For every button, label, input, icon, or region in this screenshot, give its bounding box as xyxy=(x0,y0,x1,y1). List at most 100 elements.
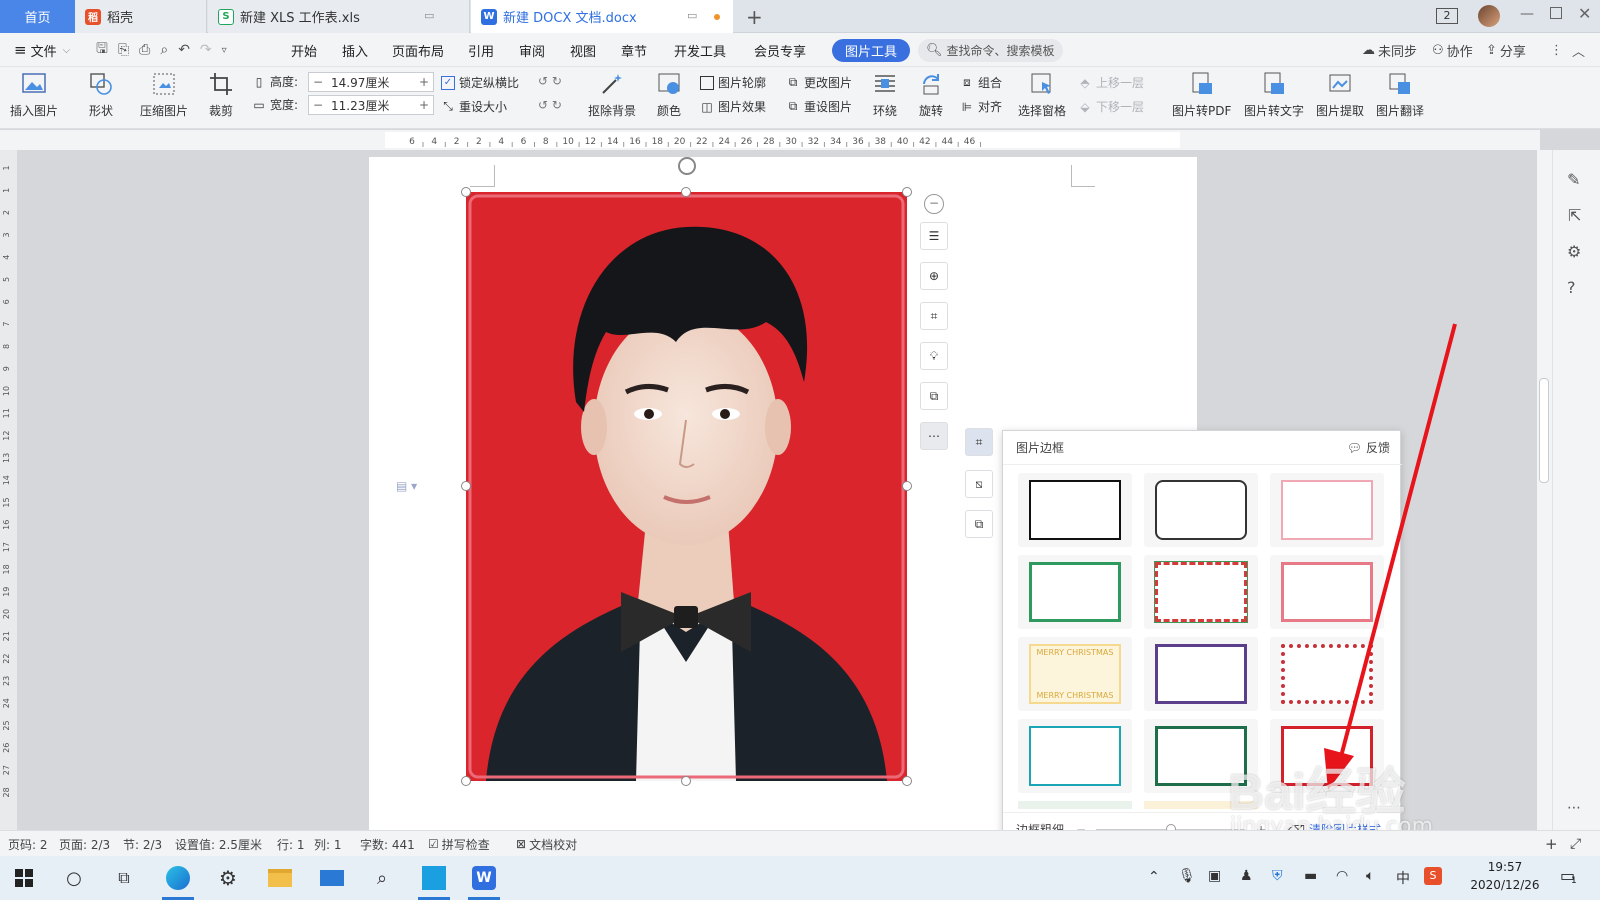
compress-button[interactable]: 压缩图片 xyxy=(140,71,188,119)
tab-xls[interactable]: S 新建 XLS 工作表.xls ▭ xyxy=(208,0,470,33)
insert-image-button[interactable]: 插入图片 xyxy=(10,71,58,119)
image-to-pdf-button[interactable]: 图片转PDF xyxy=(1172,71,1231,119)
more-dots-icon[interactable]: ⋯ xyxy=(1567,800,1581,816)
volume-icon[interactable]: 🔈︎ xyxy=(1366,868,1374,884)
color-button[interactable]: 颜色 xyxy=(656,71,682,119)
scroll-thumb[interactable] xyxy=(1539,378,1549,483)
menu-item-reference[interactable]: 引用 xyxy=(468,33,494,67)
new-tab-button[interactable]: + xyxy=(746,5,763,29)
menu-item-developer[interactable]: 开发工具 xyxy=(674,33,726,67)
image-extract-button[interactable]: 图片提取 xyxy=(1316,71,1364,119)
width-value[interactable]: 11.23厘米 xyxy=(327,97,415,114)
status-row[interactable]: 行: 1 xyxy=(277,831,305,857)
more-menu-icon[interactable]: ⋮ xyxy=(1550,33,1563,67)
zoom-in-button[interactable]: + xyxy=(1545,831,1558,857)
share-button[interactable]: ⇪ 分享 xyxy=(1486,33,1526,67)
close-icon[interactable]: ✕ xyxy=(1578,4,1591,23)
wps-writer-icon[interactable]: W xyxy=(460,856,508,900)
image-translate-button[interactable]: 图片翻译 xyxy=(1376,71,1424,119)
avatar[interactable] xyxy=(1478,5,1500,27)
border-style-christmas-green[interactable] xyxy=(1018,555,1132,629)
layout-options-icon[interactable]: ☰ xyxy=(920,222,948,250)
crop-float-icon[interactable]: ⌗ xyxy=(920,302,948,330)
maximize-icon[interactable] xyxy=(1550,7,1562,19)
clock-date[interactable]: 2020/12/26 xyxy=(1462,878,1548,892)
qq-icon[interactable]: ♟ xyxy=(1240,868,1253,884)
flip-icon[interactable]: ↺ ↻ xyxy=(538,98,562,112)
width-stepper[interactable]: − 11.23厘米 + xyxy=(308,95,434,115)
help-icon[interactable]: ? xyxy=(1567,278,1576,297)
image-to-text-button[interactable]: 图片转文字 xyxy=(1244,71,1304,119)
picture-effect-button[interactable]: ◫ 图片效果 xyxy=(700,98,766,115)
customize-icon[interactable]: ▿ xyxy=(222,45,227,56)
chevron-up-icon[interactable]: ⌃ xyxy=(1148,869,1160,885)
spell-check-button[interactable]: ☑ 拼写检查 xyxy=(428,831,490,857)
menu-item-member[interactable]: 会员专享 xyxy=(754,33,806,67)
menu-item-chapter[interactable]: 章节 xyxy=(621,33,647,67)
border-style-rounded[interactable] xyxy=(1144,473,1258,547)
picture-border-icon[interactable]: ⌗ xyxy=(965,428,993,456)
tab-home[interactable]: 首页 xyxy=(0,0,75,33)
status-section[interactable]: 节: 2/3 xyxy=(123,831,162,857)
status-column[interactable]: 列: 1 xyxy=(314,831,342,857)
shield-icon[interactable]: ⛨ xyxy=(1272,868,1283,884)
monitor-icon[interactable]: ▭ xyxy=(424,9,434,22)
resize-handle-nw[interactable] xyxy=(461,187,471,197)
resize-handle-n[interactable] xyxy=(681,187,691,197)
border-style-purple[interactable] xyxy=(1144,637,1258,711)
resize-handle-e[interactable] xyxy=(902,481,912,491)
move-up-button[interactable]: ⬘ 上移一层 xyxy=(1078,74,1144,91)
height-value[interactable]: 14.97厘米 xyxy=(327,74,415,91)
height-stepper[interactable]: − 14.97厘米 + xyxy=(308,72,434,92)
picture-text-icon[interactable]: ⧉ xyxy=(965,510,993,538)
mail-icon[interactable] xyxy=(308,856,356,900)
border-style-candy-cane[interactable] xyxy=(1144,555,1258,629)
settings-gear-icon[interactable]: ⚙ xyxy=(204,856,252,900)
windows-start-icon[interactable] xyxy=(0,856,48,900)
lightbulb-icon[interactable]: 💡︎ xyxy=(920,342,948,370)
file-menu[interactable]: ≡ 文件 ⌵ xyxy=(14,33,70,67)
resize-handle-s[interactable] xyxy=(681,776,691,786)
window-count-badge[interactable]: 2 xyxy=(1436,8,1458,24)
shape-button[interactable]: 形状 xyxy=(88,71,114,119)
reset-size-button[interactable]: ⤡ 重设大小 xyxy=(441,98,507,115)
remove-background-button[interactable]: 抠除背景 xyxy=(588,71,636,119)
group-button[interactable]: ⧈ 组合 xyxy=(960,74,1002,91)
width-decrement[interactable]: − xyxy=(309,98,327,112)
redo-icon[interactable]: ↷ xyxy=(200,42,212,58)
border-style-teal[interactable] xyxy=(1018,719,1132,793)
command-search[interactable]: 🔍︎ 查找命令、搜索模板 xyxy=(918,39,1063,62)
resize-handle-ne[interactable] xyxy=(902,187,912,197)
app-icon[interactable] xyxy=(410,856,458,900)
sync-button[interactable]: ☁ 未同步 xyxy=(1362,33,1417,67)
menu-item-start[interactable]: 开始 xyxy=(291,33,317,67)
move-down-button[interactable]: ⬙ 下移一层 xyxy=(1078,98,1144,115)
wifi-icon[interactable]: ◠ xyxy=(1336,868,1348,884)
more-options-icon[interactable]: ⋯ xyxy=(920,422,948,450)
rotate-handle-icon[interactable] xyxy=(678,157,696,175)
picture-outline-button[interactable]: 图片轮廓 xyxy=(700,74,766,91)
undo-icon[interactable]: ↶ xyxy=(178,42,190,58)
menu-item-layout[interactable]: 页面布局 xyxy=(392,33,444,67)
pointer-icon[interactable]: ⇱ xyxy=(1568,206,1581,225)
tray-app-icon[interactable]: ▣ xyxy=(1208,868,1221,884)
menu-item-review[interactable]: 审阅 xyxy=(519,33,545,67)
lock-ratio-checkbox[interactable]: ✓ 锁定纵横比 xyxy=(441,74,519,91)
tab-daoke[interactable]: 稻 稻壳 xyxy=(75,0,207,33)
ime-indicator[interactable]: 中 xyxy=(1396,868,1410,888)
vertical-scrollbar[interactable] xyxy=(1537,150,1552,830)
fullscreen-icon[interactable]: ⤢ xyxy=(1570,831,1581,857)
wrap-button[interactable]: 环绕 xyxy=(872,71,898,119)
tab-picture-tools[interactable]: 图片工具 xyxy=(832,39,910,62)
status-page-number[interactable]: 页码: 2 xyxy=(8,831,48,857)
resize-handle-sw[interactable] xyxy=(461,776,471,786)
zoom-in-icon[interactable]: ⊕ xyxy=(920,262,948,290)
format-painter-icon[interactable]: ⎘ xyxy=(118,42,129,58)
width-increment[interactable]: + xyxy=(415,98,433,112)
image-convert-icon[interactable]: ⧉ xyxy=(920,382,948,410)
picture-style-icon[interactable]: ⧅ xyxy=(965,470,993,498)
height-increment[interactable]: + xyxy=(415,75,433,89)
sliders-icon[interactable]: ⚙ xyxy=(1567,242,1581,261)
selected-portrait-image[interactable] xyxy=(466,192,907,781)
border-style-black[interactable] xyxy=(1018,473,1132,547)
